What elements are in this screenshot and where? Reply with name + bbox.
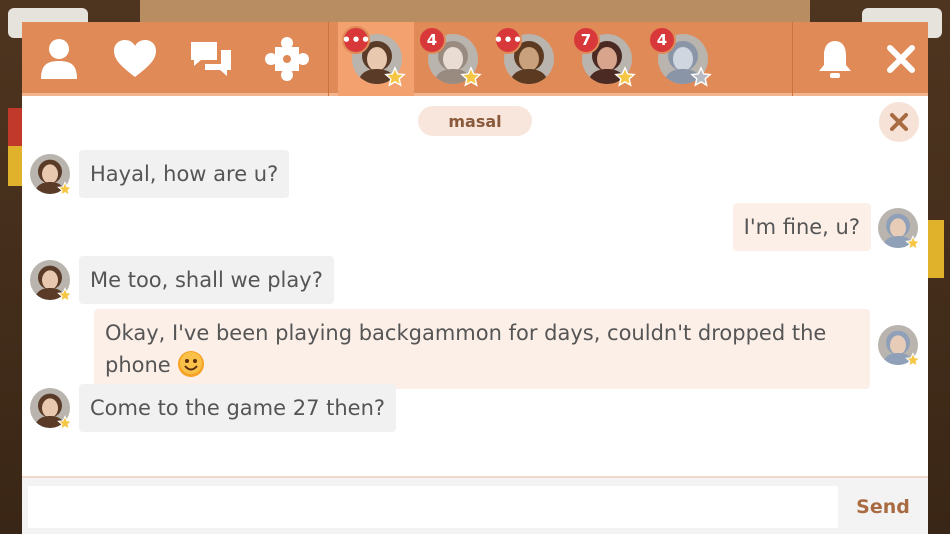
typing-badge: ••• [494,26,522,54]
message-text: Come to the game 27 then? [90,396,386,420]
chat-bubbles-icon[interactable] [186,34,236,84]
star-icon [690,66,712,88]
message-input[interactable] [28,486,838,528]
contact-tab-5[interactable]: 4 [644,22,720,96]
outgoing-message: Okay, I've been playing backgammon for d… [94,309,870,389]
star-icon [905,235,921,251]
star-icon [614,66,636,88]
topbar-divider [328,22,329,96]
contact-tab-4[interactable]: 7 [568,22,644,96]
favorites-heart-icon[interactable] [110,34,160,84]
send-button[interactable]: Send [848,486,918,528]
unread-count-badge: 7 [572,26,600,54]
background-yellow-tab-right [926,220,944,278]
outgoing-message: I'm fine, u? [732,203,871,251]
star-icon [57,287,73,303]
message-text: Hayal, how are u? [90,162,279,186]
message-text: I'm fine, u? [743,215,860,239]
contact-tab-1[interactable]: ••• [338,22,414,96]
bell-icon[interactable] [810,34,860,84]
chat-title: masal [418,106,532,136]
close-icon[interactable] [876,34,926,84]
star-icon [57,181,73,197]
chat-window: ••• 4 ••• 7 4 masal Hayal, how are u? I'm fin… [22,22,928,534]
unread-count-badge: 4 [418,26,446,54]
profile-icon[interactable] [34,34,84,84]
contact-tab-2[interactable]: 4 [414,22,490,96]
contact-tab-3[interactable]: ••• [490,22,566,96]
unread-count-badge: 4 [648,26,676,54]
incoming-message: Hayal, how are u? [79,150,290,198]
incoming-message: Me too, shall we play? [79,256,334,304]
star-icon [384,66,406,88]
smiley-emoji-icon [178,351,205,377]
topbar-divider [792,22,793,96]
close-chat-button[interactable] [879,102,919,142]
message-input-bar: Send [22,476,928,534]
message-text: Okay, I've been playing backgammon for d… [105,321,827,377]
typing-badge: ••• [342,26,370,54]
chat-topbar: ••• 4 ••• 7 4 [22,22,928,96]
star-icon [57,415,73,431]
star-icon [460,66,482,88]
message-text: Me too, shall we play? [90,268,323,292]
star-icon [905,352,921,368]
puzzle-icon[interactable] [262,34,312,84]
close-chat-icon [890,113,908,131]
board-top-strip [140,0,810,22]
incoming-message: Come to the game 27 then? [79,384,397,432]
